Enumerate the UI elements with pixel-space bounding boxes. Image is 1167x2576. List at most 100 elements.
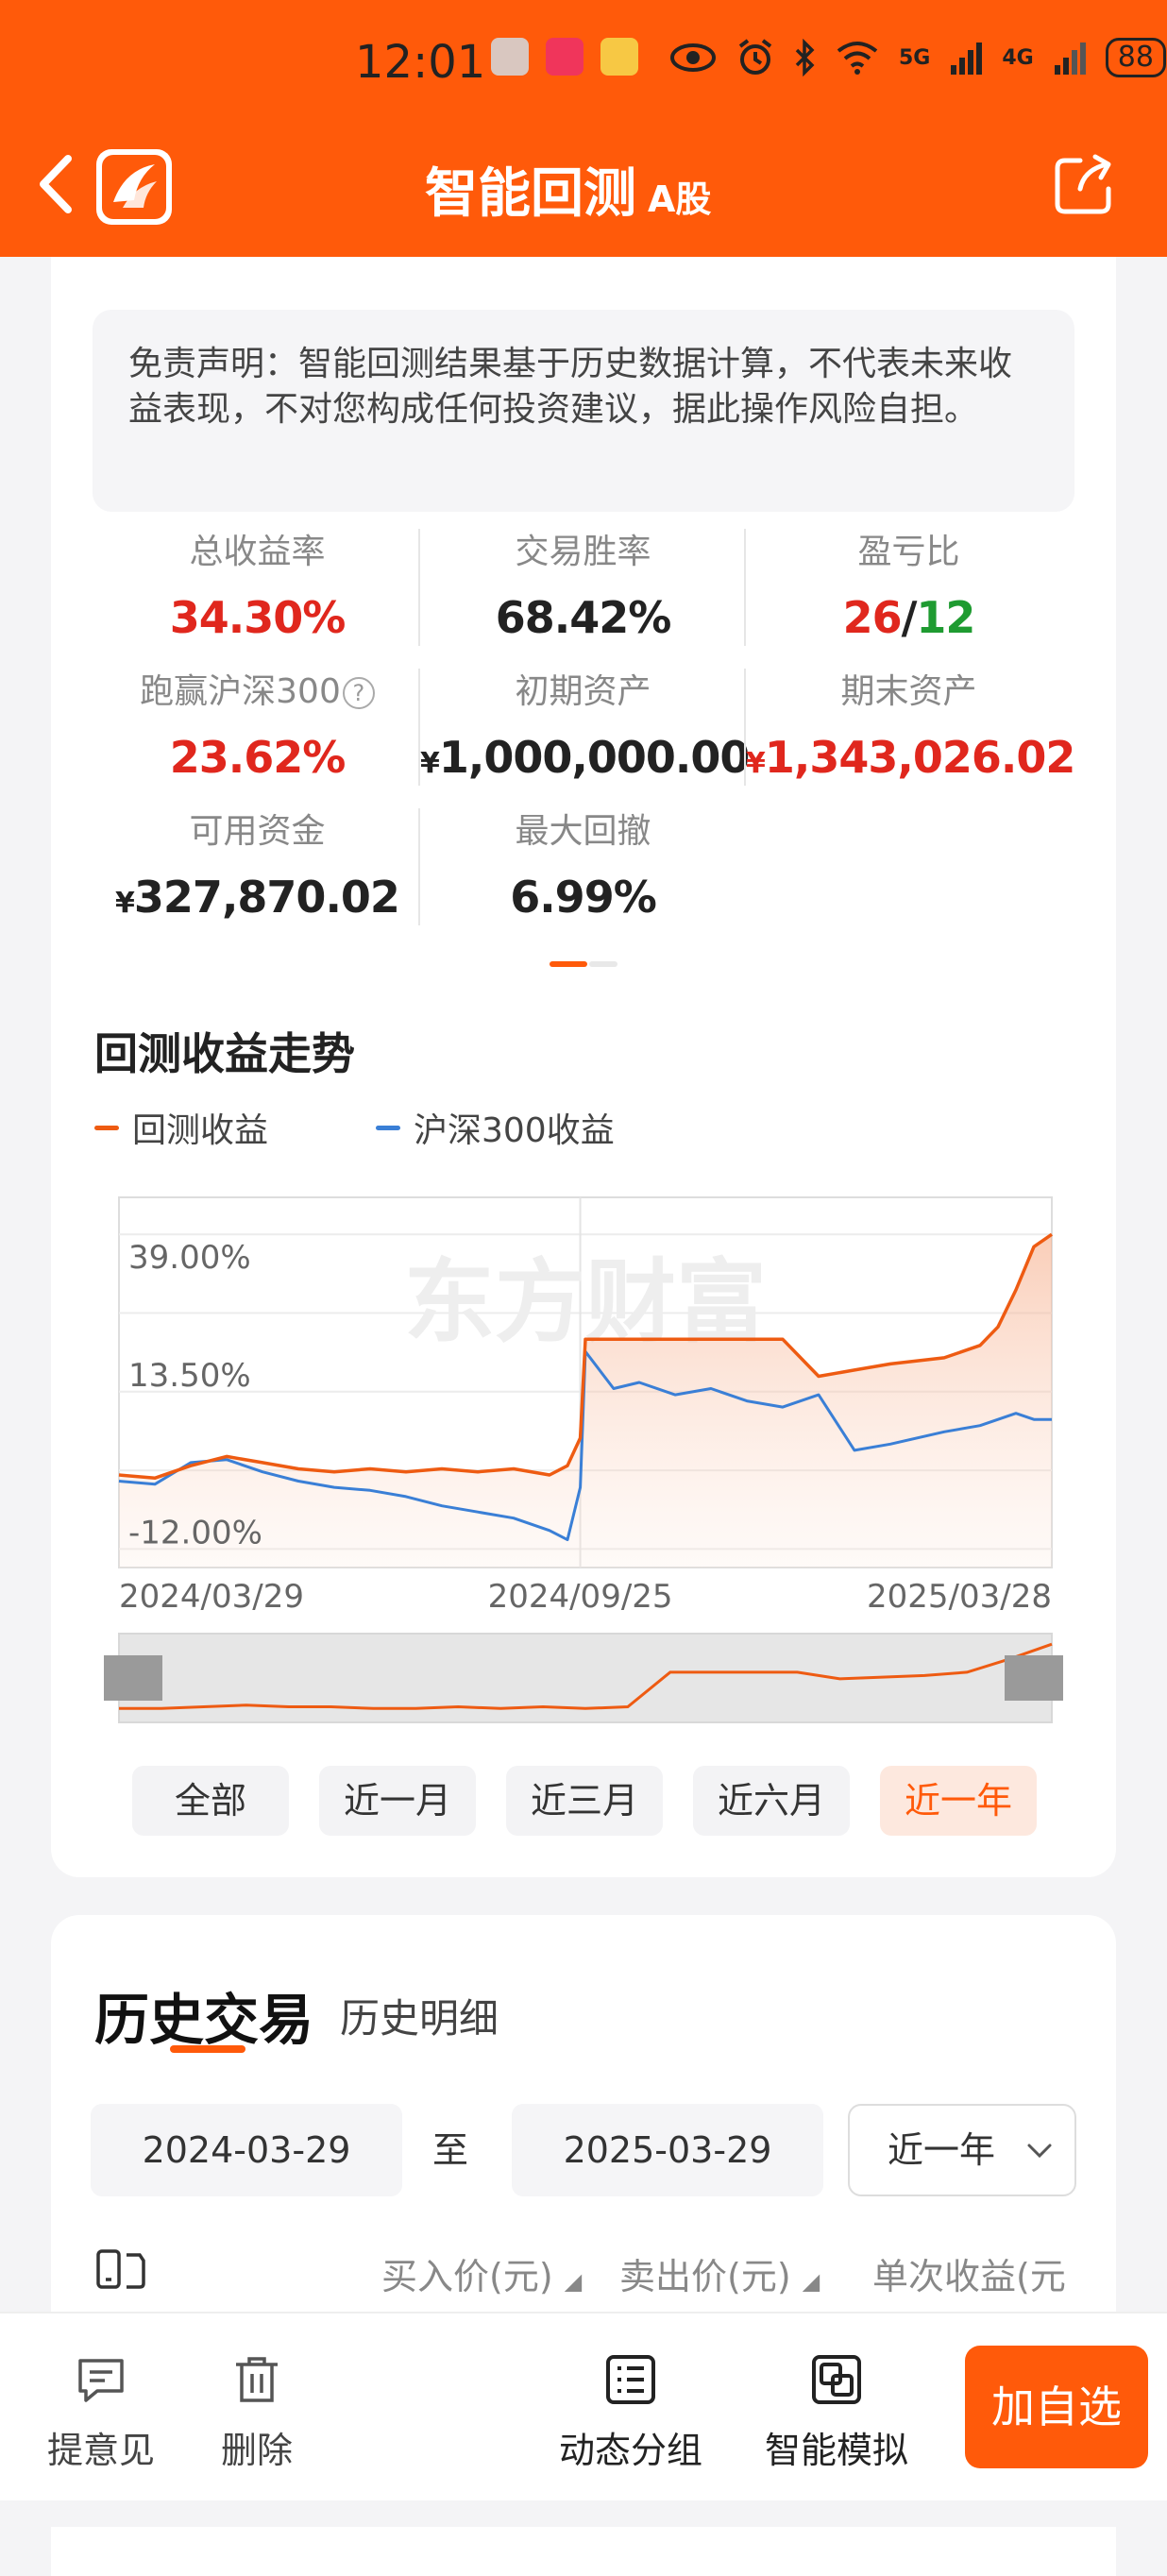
bottom-action-bar: 提意见 删除 动态分组 智能模拟 加自选	[0, 2312, 1167, 2527]
app-header: 12:01 5G 4G 88 智能回测 A股	[0, 0, 1167, 257]
metric-label: 初期资产	[515, 672, 651, 711]
metric-value: 23.62%	[169, 732, 347, 783]
column-single-profit[interactable]: 单次收益(元	[872, 2247, 1066, 2299]
amount: 1,000,000.00	[438, 732, 750, 783]
legend-label: 回测收益	[132, 1111, 269, 1150]
metric-value: 26/12	[746, 591, 1072, 644]
signal-bars-icon	[1054, 42, 1086, 75]
column-buy-price[interactable]: 买入价(元) ◢	[381, 2247, 582, 2299]
currency-symbol: ¥	[115, 887, 135, 920]
metric-total-return: 总收益率 34.30%	[94, 529, 420, 644]
legend-swatch	[376, 1125, 400, 1130]
metric-win-rate: 交易胜率 68.42%	[420, 529, 746, 644]
dynamic-group-label: 动态分组	[558, 2430, 702, 2471]
x-tick-label: 2024/03/29	[119, 1578, 304, 1616]
metric-label-with-help: 跑赢沪深300?	[94, 669, 420, 716]
range-button-2[interactable]: 近三月	[506, 1766, 663, 1836]
sort-triangle-icon: ◢	[564, 2268, 583, 2295]
column-switch-icon[interactable]	[94, 2246, 147, 2293]
market-badge: A股	[648, 178, 712, 220]
range-button-1[interactable]: 近一月	[319, 1766, 476, 1836]
status-app-icons	[491, 38, 638, 76]
metric-value: ¥1,000,000.00	[420, 731, 750, 790]
alarm-icon	[738, 39, 772, 75]
navigator-handle-left	[104, 1655, 162, 1701]
logo-mark-icon	[102, 155, 166, 219]
page-title: 智能回测 A股	[425, 151, 711, 228]
avatar-notification-icon	[491, 38, 529, 76]
x-tick-label: 2025/03/28	[867, 1578, 1052, 1616]
eye-icon	[670, 43, 716, 72]
delete-button[interactable]: 删除	[208, 2351, 306, 2473]
share-icon[interactable]	[1052, 151, 1118, 217]
metric-label: 总收益率	[189, 533, 326, 571]
metric-value: 68.42%	[495, 592, 672, 643]
column-label: 买入价(元)	[381, 2256, 553, 2297]
loss-count: 12	[916, 592, 975, 643]
date-range-separator: 至	[432, 2129, 469, 2171]
smart-simulation-button[interactable]: 智能模拟	[755, 2351, 918, 2473]
trash-icon	[236, 2357, 278, 2402]
add-to-watchlist-button[interactable]: 加自选	[965, 2346, 1148, 2468]
status-time: 12:01	[355, 36, 486, 89]
signal-5g-label: 5G	[899, 45, 931, 70]
end-date-field[interactable]: 2025-03-29	[512, 2104, 823, 2196]
metric-label: 盈亏比	[857, 533, 960, 571]
amount: 327,870.02	[133, 872, 400, 923]
help-question-icon[interactable]: ?	[342, 677, 375, 709]
metric-label: 交易胜率	[515, 533, 651, 571]
wifi-icon	[837, 42, 878, 75]
dynamic-group-button[interactable]: 动态分组	[551, 2351, 710, 2473]
metric-label: 最大回撤	[515, 812, 651, 851]
y-tick-label: 39.00%	[128, 1239, 251, 1277]
metric-value: ¥1,343,026.02	[746, 731, 1075, 790]
delete-label: 删除	[220, 2430, 293, 2471]
metric-available-cash: 可用资金 ¥327,870.02	[94, 808, 420, 930]
signal-bars-icon	[951, 42, 983, 75]
tab-history-trades[interactable]: 历史交易	[94, 1975, 313, 2055]
chevron-down-icon	[1027, 2144, 1052, 2159]
period-select-value: 近一年	[888, 2129, 996, 2171]
back-arrow-icon[interactable]	[34, 151, 81, 217]
page-title-text: 智能回测	[425, 163, 636, 225]
tab-history-detail[interactable]: 历史明细	[340, 1987, 499, 2044]
period-select[interactable]: 近一年	[848, 2104, 1076, 2196]
metric-beat-index[interactable]: 跑赢沪深300? 23.62%	[94, 669, 420, 784]
navigator-handle-right	[1005, 1655, 1063, 1701]
win-count: 26	[842, 592, 903, 643]
active-tab-indicator	[170, 2045, 245, 2053]
legend-hs300: 沪深300收益	[376, 1103, 615, 1152]
metric-max-drawdown: 最大回撤 6.99%	[420, 808, 746, 924]
legend-swatch	[94, 1125, 119, 1130]
pager-dot-active	[550, 961, 587, 967]
app-notification-icon	[600, 38, 638, 76]
smart-simulation-label: 智能模拟	[764, 2430, 908, 2471]
chart-section-title: 回测收益走势	[94, 1028, 355, 1079]
system-status-icons: 5G 4G 88	[668, 38, 1166, 77]
range-button-0[interactable]: 全部	[132, 1766, 289, 1836]
range-button-4[interactable]: 近一年	[880, 1766, 1037, 1836]
battery-indicator: 88	[1105, 38, 1166, 77]
signal-4g-label: 4G	[1002, 45, 1034, 70]
column-sell-price[interactable]: 卖出价(元) ◢	[619, 2247, 820, 2299]
metrics-pager[interactable]	[550, 961, 617, 967]
list-icon	[606, 2355, 655, 2404]
start-date-field[interactable]: 2024-03-29	[91, 2104, 402, 2196]
return-trend-chart[interactable]: 东方财富 39.00%13.50%-12.00%2024/03/29 2024/0…	[51, 1182, 1116, 1749]
feedback-label: 提意见	[46, 2430, 155, 2471]
amount: 1,343,026.02	[764, 732, 1075, 783]
y-tick-label: -12.00%	[128, 1514, 262, 1551]
y-tick-label: 13.50%	[128, 1357, 251, 1395]
pager-dot	[589, 961, 617, 967]
sort-triangle-icon: ◢	[802, 2268, 820, 2295]
metric-value: 34.30%	[169, 592, 347, 643]
metric-label: 期末资产	[840, 672, 977, 711]
feedback-button[interactable]: 提意见	[42, 2351, 161, 2473]
bluetooth-icon	[795, 39, 815, 76]
eastmoney-logo	[96, 149, 172, 225]
x-tick-label: 2024/09/25	[488, 1578, 673, 1616]
range-button-3[interactable]: 近六月	[693, 1766, 850, 1836]
disclaimer-text: 免责声明：智能回测结果基于历史数据计算，不代表未来收益表现，不对您构成任何投资建…	[93, 310, 1074, 512]
metric-final-assets: 期末资产 ¥1,343,026.02	[746, 669, 1075, 790]
metric-pnl-ratio: 盈亏比 26/12	[746, 529, 1072, 644]
